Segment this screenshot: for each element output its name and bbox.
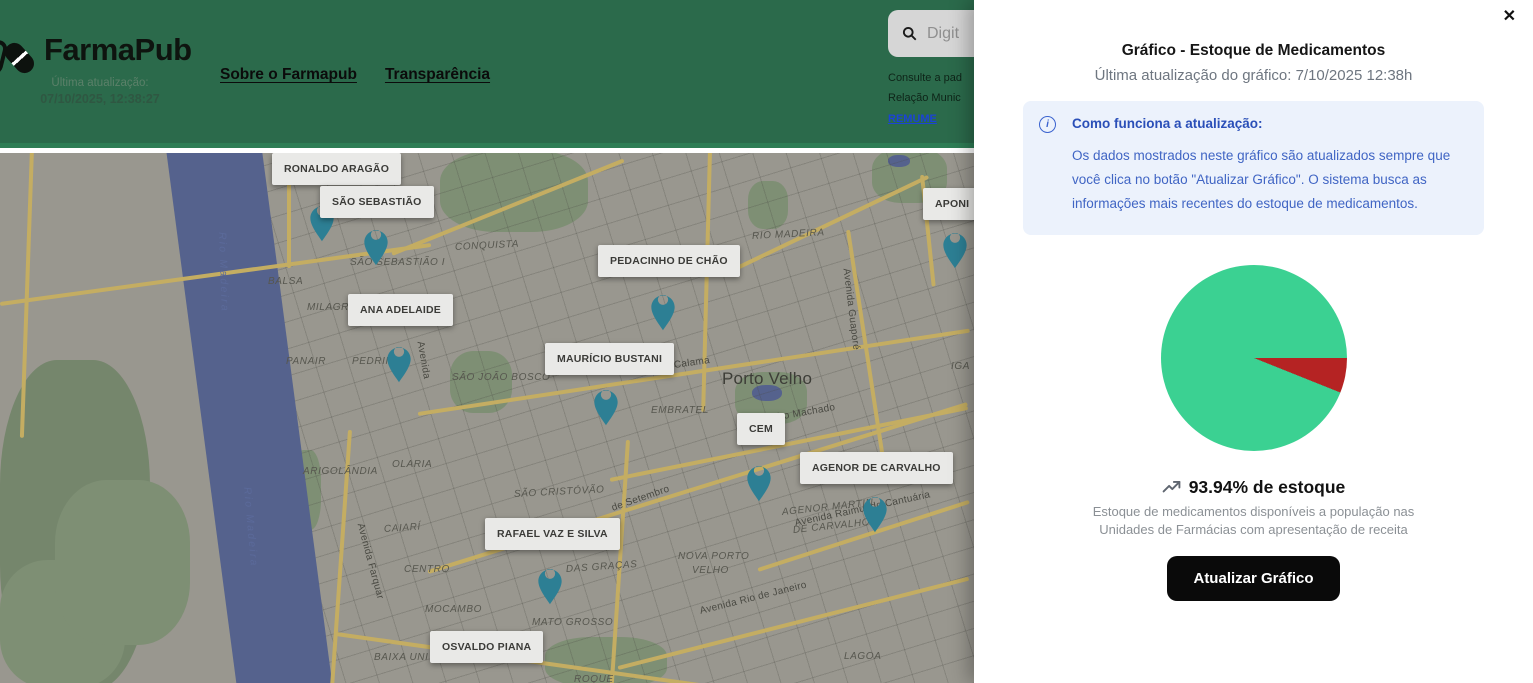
nav-transparencia[interactable]: Transparência: [385, 66, 490, 84]
remume-line2: Relação Munic: [888, 92, 961, 104]
stock-caption-line1: Estoque de medicamentos disponíveis a po…: [974, 503, 1533, 521]
facility-label[interactable]: MAURÍCIO BUSTANI: [545, 343, 674, 375]
map-area-label: OLARIA: [392, 459, 432, 470]
map-area-label: LAGOA: [844, 651, 881, 662]
map-pin-icon[interactable]: [592, 390, 620, 426]
close-icon[interactable]: ✕: [1499, 5, 1520, 29]
remume-link[interactable]: REMUME: [888, 113, 937, 125]
atualizar-grafico-button[interactable]: Atualizar Gráfico: [1167, 556, 1339, 601]
brand-title: FarmaPub: [44, 32, 192, 68]
facility-label[interactable]: OSVALDO PIANA: [430, 631, 543, 663]
map-area-label: MOCAMBO: [425, 604, 482, 615]
map-area-label: SÃO JOÃO BOSCO: [452, 372, 550, 383]
map-pin-icon[interactable]: [745, 466, 773, 502]
search-icon: [902, 26, 917, 41]
map-pin-icon[interactable]: [362, 230, 390, 266]
facility-label[interactable]: ANA ADELAIDE: [348, 294, 453, 326]
last-update: Última atualização: 07/10/2025, 12:38:27: [30, 77, 170, 106]
chart-drawer: ✕ Gráfico - Estoque de Medicamentos Últi…: [974, 0, 1533, 683]
facility-label[interactable]: RONALDO ARAGÃO: [272, 153, 401, 185]
stock-caption-line2: Unidades de Farmácias com apresentação d…: [974, 521, 1533, 539]
pills-logo-icon: [0, 36, 42, 80]
stock-caption: Estoque de medicamentos disponíveis a po…: [974, 503, 1533, 538]
facility-label[interactable]: PEDACINHO DE CHÃO: [598, 245, 740, 277]
map-area-label: BALSA: [268, 276, 303, 287]
farmapub-app: FarmaPub Última atualização: 07/10/2025,…: [0, 0, 1533, 683]
map-area-label: PANAIR: [286, 356, 326, 367]
map-area-label: BAIXA UNI: [374, 652, 429, 663]
last-update-value: 07/10/2025, 12:38:27: [30, 92, 170, 106]
info-box: i Como funciona a atualização: Os dados …: [1023, 101, 1484, 235]
stock-percentage: 93.94% de estoque: [1189, 477, 1346, 498]
last-update-label: Última atualização:: [30, 77, 170, 89]
map-area-label: EMBRATEL: [651, 405, 709, 416]
facility-label[interactable]: APONI: [923, 188, 975, 220]
map-pin-icon[interactable]: [536, 569, 564, 605]
map-pin-icon[interactable]: [861, 497, 889, 533]
info-icon: i: [1039, 116, 1056, 133]
trending-up-icon: [1162, 478, 1181, 497]
info-body: Os dados mostrados neste gráfico são atu…: [1072, 144, 1464, 216]
pie-chart: [1161, 265, 1347, 451]
map-pin-icon[interactable]: [649, 295, 677, 331]
facility-label[interactable]: SÃO SEBASTIÃO: [320, 186, 434, 218]
stock-stat: 93.94% de estoque: [974, 477, 1533, 498]
facility-label[interactable]: AGENOR DE CARVALHO: [800, 452, 953, 484]
map-area-label: NOVA PORTO: [678, 551, 749, 562]
panel-title: Gráfico - Estoque de Medicamentos: [974, 42, 1533, 60]
info-title: Como funciona a atualização:: [1072, 116, 1464, 131]
main-nav: Sobre o Farmapub Transparência: [220, 66, 490, 84]
facility-label[interactable]: RAFAEL VAZ E SILVA: [485, 518, 620, 550]
map-area-label: CENTRO: [404, 564, 450, 575]
map-area-label: VELHO: [692, 565, 729, 576]
panel-subtitle: Última atualização do gráfico: 7/10/2025…: [974, 67, 1533, 84]
map-area-label: ARIGOLÂNDIA: [303, 466, 378, 477]
city-label: Porto Velho: [722, 369, 812, 389]
nav-sobre-o-farmapub[interactable]: Sobre o Farmapub: [220, 66, 357, 84]
map-area-label: MATO GROSSO: [532, 617, 613, 628]
map-area-label: ROQUE: [574, 674, 614, 683]
map-area-label: MILAGR: [307, 302, 349, 313]
facility-label[interactable]: CEM: [737, 413, 785, 445]
map-pin-icon[interactable]: [941, 233, 969, 269]
green-area: [55, 480, 190, 645]
map-area-label: IGA: [951, 361, 970, 372]
map-pin-icon[interactable]: [385, 347, 413, 383]
map-canvas[interactable]: CONQUISTABALSASÃO SEBASTIÃO IMILAGRPANAI…: [0, 153, 975, 683]
remume-line1: Consulte a pad: [888, 72, 962, 84]
